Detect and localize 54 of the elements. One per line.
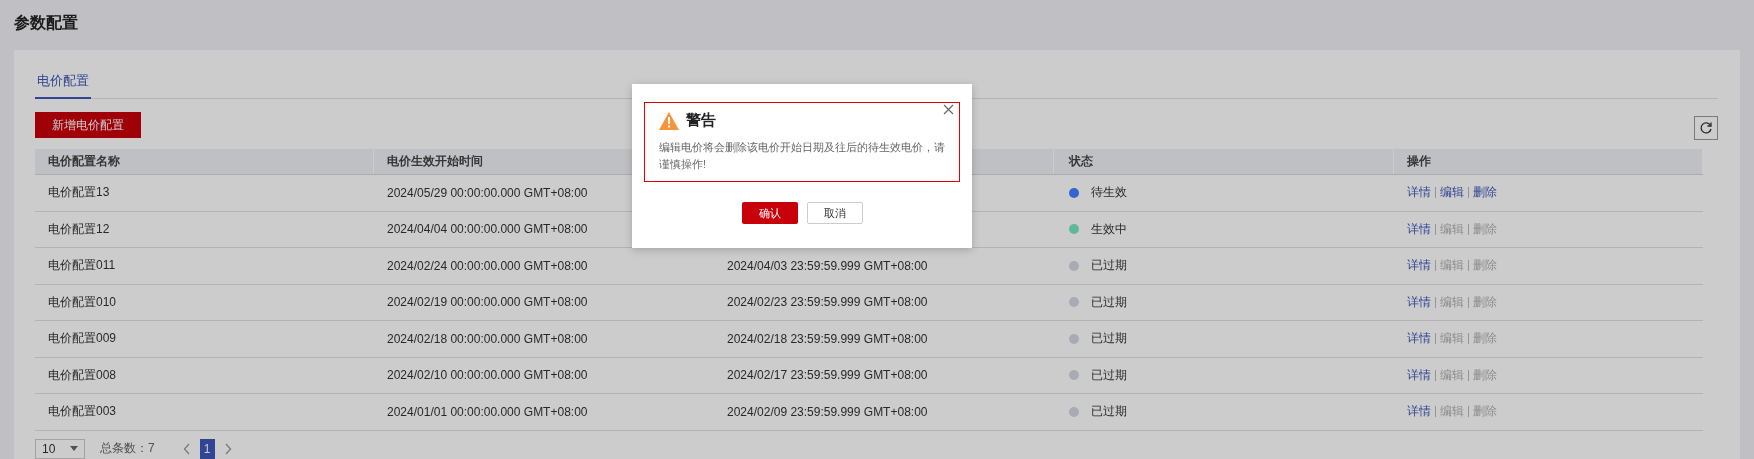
action-link[interactable]: 详情 — [1407, 220, 1431, 238]
table-cell: 2024/01/01 00:00:00.000 GMT+08:00 — [387, 404, 588, 419]
table-cell: 电价配置008 — [48, 366, 117, 384]
add-button[interactable]: 新增电价配置 — [35, 112, 141, 138]
table-cell: 电价配置010 — [48, 293, 117, 311]
status-text: 已过期 — [1091, 293, 1127, 311]
close-icon[interactable] — [943, 104, 954, 115]
status-text: 已过期 — [1091, 330, 1127, 348]
action-link[interactable]: 详情 — [1407, 330, 1431, 348]
status-text: 生效中 — [1091, 220, 1127, 238]
table-cell: 2024/05/29 00:00:00.000 GMT+08:00 — [387, 185, 588, 200]
column-header: 电价配置名称 — [35, 149, 374, 174]
table-cell: 2024/02/18 23:59:59.999 GMT+08:00 — [727, 331, 928, 346]
prev-page-icon[interactable] — [182, 442, 191, 455]
table-cell: 2024/02/23 23:59:59.999 GMT+08:00 — [727, 295, 928, 310]
table-cell: 2024/02/09 23:59:59.999 GMT+08:00 — [727, 404, 928, 419]
table-cell: 2024/04/04 00:00:00.000 GMT+08:00 — [387, 222, 588, 237]
table-cell: 2024/04/03 23:59:59.999 GMT+08:00 — [727, 258, 928, 273]
column-header: 操作 — [1394, 149, 1703, 174]
table-cell: 2024/02/19 00:00:00.000 GMT+08:00 — [387, 295, 588, 310]
status-text: 已过期 — [1091, 403, 1127, 421]
action-link[interactable]: 删除 — [1473, 184, 1497, 202]
refresh-button[interactable] — [1694, 116, 1718, 140]
action-link[interactable]: 详情 — [1407, 184, 1431, 202]
table-cell: 电价配置12 — [48, 220, 110, 238]
page-size-select[interactable]: 10 — [35, 438, 85, 459]
page-title: 参数配置 — [14, 13, 79, 33]
table-cell: 电价配置009 — [48, 330, 117, 348]
next-page-icon[interactable] — [223, 442, 232, 455]
table-cell: 电价配置003 — [48, 403, 117, 421]
table-cell: 电价配置13 — [48, 184, 110, 202]
cancel-button[interactable]: 取消 — [806, 202, 863, 224]
table-cell: 2024/02/18 00:00:00.000 GMT+08:00 — [387, 331, 588, 346]
table-cell: 2024/02/24 00:00:00.000 GMT+08:00 — [387, 258, 588, 273]
caret-icon — [70, 446, 78, 451]
action-link[interactable]: 编辑 — [1440, 184, 1464, 202]
total-count: 总条数：7 — [100, 440, 155, 457]
status-text: 已过期 — [1091, 257, 1127, 275]
tab[interactable]: 电价配置 — [35, 72, 91, 99]
page-number[interactable]: 1 — [199, 438, 215, 459]
confirm-button[interactable]: 确认 — [741, 202, 798, 224]
action-link[interactable]: 详情 — [1407, 366, 1431, 384]
column-header: 状态 — [1054, 149, 1394, 174]
action-link[interactable]: 详情 — [1407, 403, 1431, 421]
table-cell: 2024/02/17 23:59:59.999 GMT+08:00 — [727, 368, 928, 383]
table-cell: 电价配置011 — [48, 257, 116, 275]
action-link[interactable]: 详情 — [1407, 293, 1431, 311]
table-cell: 2024/02/10 00:00:00.000 GMT+08:00 — [387, 368, 588, 383]
refresh-icon — [1699, 121, 1713, 135]
warning-icon — [659, 111, 679, 130]
status-text: 待生效 — [1091, 184, 1127, 202]
action-link[interactable]: 详情 — [1407, 257, 1431, 275]
dialog-title: 警告 — [686, 111, 716, 130]
status-text: 已过期 — [1091, 366, 1127, 384]
